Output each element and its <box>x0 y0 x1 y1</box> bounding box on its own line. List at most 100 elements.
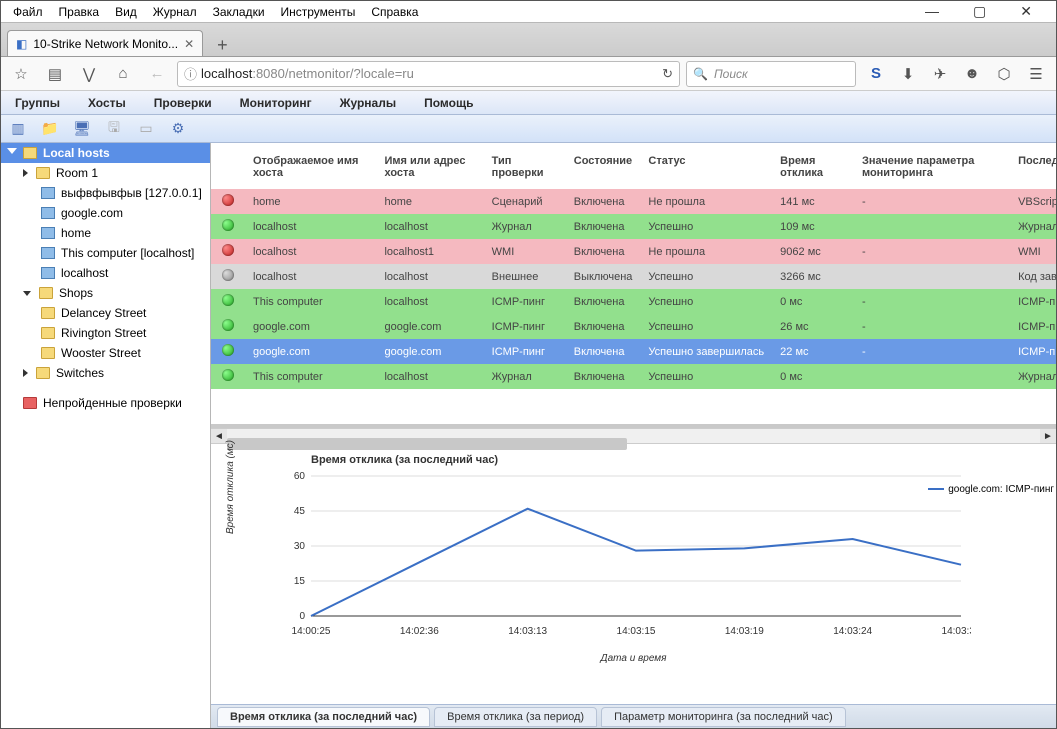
back-icon[interactable]: ← <box>143 60 171 88</box>
menu-logs[interactable]: Журналы <box>326 93 410 113</box>
close-icon[interactable]: ✕ <box>1012 1 1040 22</box>
minimize-icon[interactable]: — <box>917 1 947 22</box>
table-cell: Код завершения <box>1010 264 1056 289</box>
svg-text:14:03:19: 14:03:19 <box>725 626 764 637</box>
expand-icon[interactable] <box>23 169 28 177</box>
maximize-icon[interactable]: ▢ <box>965 1 994 22</box>
column-header[interactable]: Отображаемое имя хоста <box>245 143 376 189</box>
column-header[interactable]: Последнее сообщение <box>1010 143 1056 189</box>
url-bar[interactable]: ⓘ localhost:8080/netmonitor/?locale=ru ↻ <box>177 61 680 87</box>
tab-close-icon[interactable]: ✕ <box>184 37 194 51</box>
tree-label: Room 1 <box>56 166 98 180</box>
table-row[interactable]: This computerlocalhostICMP-пингВключенаУ… <box>211 289 1056 314</box>
stylish-icon[interactable]: S <box>862 60 890 88</box>
column-header[interactable] <box>211 143 245 189</box>
menu-help[interactable]: Помощь <box>410 93 487 113</box>
os-menu-item[interactable]: Вид <box>107 3 145 21</box>
column-header[interactable]: Состояние <box>566 143 641 189</box>
menu-hosts[interactable]: Хосты <box>74 93 140 113</box>
horizontal-scrollbar[interactable]: ◄ ► <box>211 428 1056 444</box>
table-row[interactable]: localhostlocalhostВнешнееВыключенаУспешн… <box>211 264 1056 289</box>
os-menu-item[interactable]: Закладки <box>205 3 273 21</box>
host-icon[interactable]: 🖥 <box>69 118 95 140</box>
os-menu-item[interactable]: Справка <box>363 3 426 21</box>
downloads-icon[interactable]: ⬇ <box>894 60 922 88</box>
table-row[interactable]: google.comgoogle.comICMP-пингВключенаУсп… <box>211 339 1056 364</box>
scroll-right-icon[interactable]: ► <box>1040 429 1056 443</box>
tree-host[interactable]: google.com <box>1 203 210 223</box>
tree-node-switches[interactable]: Switches <box>1 363 210 383</box>
host-icon <box>41 247 55 259</box>
btab-param-hour[interactable]: Параметр мониторинга (за последний час) <box>601 707 846 727</box>
table-row[interactable]: localhostlocalhost1WMIВключенаНе прошла9… <box>211 239 1056 264</box>
table-cell: Не прошла <box>640 189 772 214</box>
sidebar: Local hosts Room 1 выфвфывфыв [127.0.0.1… <box>1 143 211 728</box>
table-cell: Включена <box>566 314 641 339</box>
reload-icon[interactable]: ↻ <box>662 66 673 82</box>
tree-failed-checks[interactable]: Непройденные проверки <box>1 393 210 413</box>
table-cell: Журнал <box>484 364 566 389</box>
send-icon[interactable]: ✈ <box>926 60 954 88</box>
menu-checks[interactable]: Проверки <box>140 93 226 113</box>
os-menu-item[interactable]: Журнал <box>145 3 205 21</box>
add-folder-icon[interactable]: 📁 <box>37 118 63 140</box>
tree-folder[interactable]: Wooster Street <box>1 343 210 363</box>
bookmark-star-icon[interactable]: ☆ <box>7 60 35 88</box>
table-cell: Успешно <box>640 214 772 239</box>
tree-folder[interactable]: Rivington Street <box>1 323 210 343</box>
os-menu-item[interactable]: Правка <box>51 3 108 21</box>
tree-host[interactable]: This computer [localhost] <box>1 243 210 263</box>
tree-host[interactable]: home <box>1 223 210 243</box>
tree-host[interactable]: localhost <box>1 263 210 283</box>
pocket-icon[interactable]: ⋁ <box>75 60 103 88</box>
table-cell: google.com <box>245 339 376 364</box>
settings-gear-icon[interactable]: ⚙ <box>165 118 191 140</box>
menu-groups[interactable]: Группы <box>1 93 74 113</box>
expand-icon[interactable] <box>23 369 28 377</box>
sidebar-icon[interactable]: ▤ <box>41 60 69 88</box>
column-header[interactable]: Тип проверки <box>484 143 566 189</box>
panel-icon[interactable]: ▭ <box>133 118 159 140</box>
menu-monitoring[interactable]: Мониторинг <box>226 93 326 113</box>
agents-icon[interactable]: ▥ <box>5 118 31 140</box>
hamburger-icon[interactable]: ☰ <box>1022 60 1050 88</box>
home-icon[interactable]: ⌂ <box>109 60 137 88</box>
sidebar-header[interactable]: Local hosts <box>1 143 210 163</box>
tree-label: Rivington Street <box>61 326 146 340</box>
tree-node-room1[interactable]: Room 1 <box>1 163 210 183</box>
column-header[interactable]: Время отклика <box>772 143 854 189</box>
tree-host[interactable]: выфвфывфыв [127.0.0.1] <box>1 183 210 203</box>
os-menu-item[interactable]: Файл <box>5 3 51 21</box>
table-cell: home <box>245 189 376 214</box>
column-header[interactable]: Статус <box>640 143 772 189</box>
expand-icon[interactable] <box>23 291 31 296</box>
table-cell <box>211 189 245 214</box>
table-cell: - <box>854 189 1010 214</box>
legend-line-icon <box>928 488 944 490</box>
table-cell: localhost <box>376 364 483 389</box>
tree-folder[interactable]: Delancey Street <box>1 303 210 323</box>
table-cell: localhost1 <box>376 239 483 264</box>
svg-text:14:03:13: 14:03:13 <box>508 626 547 637</box>
table-cell: This computer <box>245 364 376 389</box>
svg-text:45: 45 <box>294 506 306 517</box>
table-row[interactable]: google.comgoogle.comICMP-пингВключенаУсп… <box>211 314 1056 339</box>
column-header[interactable]: Имя или адрес хоста <box>376 143 483 189</box>
browser-tab[interactable]: ◧ 10-Strike Network Monito... ✕ <box>7 30 203 56</box>
os-menu-item[interactable]: Инструменты <box>273 3 364 21</box>
addon-icon[interactable]: ⬡ <box>990 60 1018 88</box>
column-header[interactable]: Значение параметра мониторинга <box>854 143 1010 189</box>
url-info-icon[interactable]: ⓘ <box>184 64 197 83</box>
table-row[interactable]: homehomeСценарийВключенаНе прошла141 мс-… <box>211 189 1056 214</box>
btab-response-hour[interactable]: Время отклика (за последний час) <box>217 707 430 727</box>
checks-table-wrap[interactable]: Отображаемое имя хостаИмя или адрес хост… <box>211 143 1056 428</box>
table-cell: Включена <box>566 364 641 389</box>
face-icon[interactable]: ☻ <box>958 60 986 88</box>
table-row[interactable]: This computerlocalhostЖурналВключенаУспе… <box>211 364 1056 389</box>
search-input[interactable]: 🔍 Поиск <box>686 61 856 87</box>
table-row[interactable]: localhostlocalhostЖурналВключенаУспешно1… <box>211 214 1056 239</box>
new-tab-button[interactable]: + <box>211 35 234 56</box>
btab-response-period[interactable]: Время отклика (за период) <box>434 707 597 727</box>
save-icon[interactable]: 🖫 <box>101 118 127 140</box>
tree-node-shops[interactable]: Shops <box>1 283 210 303</box>
